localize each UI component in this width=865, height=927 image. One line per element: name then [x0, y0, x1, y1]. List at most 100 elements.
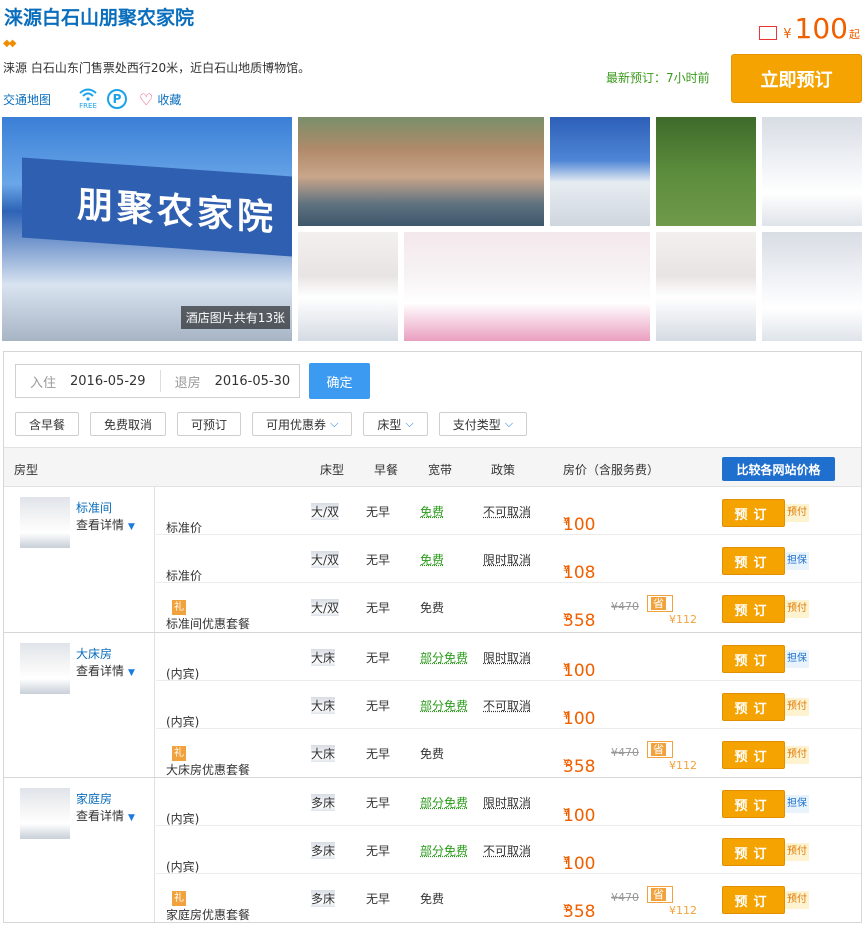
photo-sign-text: 朋聚农家院 [77, 184, 278, 240]
confirm-button[interactable]: 确定 [309, 363, 370, 399]
filter-label: 支付类型 [452, 417, 501, 432]
photo-thumb[interactable] [656, 232, 756, 341]
book-button[interactable]: 预订 [722, 790, 785, 818]
cancel-policy[interactable]: 限时取消 [483, 794, 531, 811]
broadband: 部分免费 [420, 699, 469, 713]
filter-label: 免费取消 [104, 417, 153, 432]
photo-thumb[interactable] [550, 117, 650, 226]
bed-type: 多床 [311, 890, 336, 907]
photo-thumb[interactable] [298, 232, 398, 341]
chevron-down-icon: ⌵ [405, 417, 414, 430]
rate-plan: 标准间优惠套餐 礼 [166, 599, 250, 631]
cancel-policy[interactable]: 不可取消 [483, 503, 531, 520]
view-details-link[interactable]: 查看详情 ▼ [76, 807, 135, 824]
book-now-button[interactable]: 立即预订 [731, 54, 862, 103]
rate-plan-name: (内宾) [166, 812, 200, 826]
header-room: 房型 [14, 463, 39, 477]
room-info: 标准间 查看详情 ▼ [4, 487, 155, 632]
gift-badge: 礼 [172, 746, 186, 761]
bed-type: 多床 [311, 842, 336, 859]
room-name-link[interactable]: 标准间 [76, 499, 112, 516]
filter-label: 含早餐 [29, 417, 66, 432]
wifi-icon: FREE [75, 88, 101, 110]
cancel-policy[interactable]: 不可取消 [483, 697, 531, 714]
book-button[interactable]: 预订 [722, 547, 785, 575]
payment-type: 担保 [785, 795, 809, 813]
photo-thumb[interactable] [404, 232, 650, 341]
filter-3[interactable]: 可用优惠券 ⌵ [252, 412, 353, 436]
broadband: 免费 [420, 553, 445, 567]
filter-2[interactable]: 可预订 [177, 412, 242, 436]
hotel-address: 涞源 白石山东门售票处西行20米，近白石山地质博物馆。 [3, 61, 311, 75]
map-link[interactable]: 交通地图 [3, 91, 51, 108]
photo-thumb[interactable] [762, 232, 862, 341]
room-thumbnail[interactable] [20, 497, 70, 548]
filter-4[interactable]: 床型 ⌵ [363, 412, 428, 436]
view-details-label: 查看详情 [76, 664, 125, 678]
savings-badge: 省 ¥112 [647, 741, 697, 772]
save-amount: ¥112 [669, 613, 697, 626]
bed-type: 大/双 [311, 599, 340, 616]
latest-booking: 最新预订：7小时前 [606, 71, 710, 85]
rate-plan-name: 标准价 [166, 569, 203, 583]
cancel-policy[interactable]: 限时取消 [483, 649, 531, 666]
price-suffix: 起 [849, 28, 860, 41]
broadband: 部分免费 [420, 796, 469, 810]
cancel-policy[interactable]: 限时取消 [483, 551, 531, 568]
header-bed: 床型 [320, 463, 345, 477]
room-name-link[interactable]: 大床房 [76, 645, 112, 662]
payment-type: 预付 [785, 746, 809, 764]
room-name-link[interactable]: 家庭房 [76, 790, 112, 807]
photo-count-caption[interactable]: 酒店图片共有13张 [180, 306, 290, 329]
price-value: 100 [563, 854, 596, 874]
chevron-down-icon: ▼ [128, 813, 135, 823]
cancel-policy[interactable]: 不可取消 [483, 842, 531, 859]
book-button[interactable]: 预订 [722, 645, 785, 673]
bed-type: 多床 [311, 794, 336, 811]
photo-thumb[interactable] [656, 117, 756, 226]
gift-icon [759, 26, 778, 40]
bed-type: 大床 [311, 697, 336, 714]
room-info: 大床房 查看详情 ▼ [4, 633, 155, 777]
payment-type: 预付 [785, 698, 809, 716]
filter-5[interactable]: 支付类型 ⌵ [438, 412, 528, 436]
photo-main[interactable]: 朋聚农家院 酒店图片共有13张 [2, 117, 292, 341]
book-button[interactable]: 预订 [722, 499, 785, 527]
checkout-label: 退房 [174, 375, 201, 391]
filter-0[interactable]: 含早餐 [15, 412, 80, 436]
room-group: 家庭房 查看详情 ▼ (内宾) 多床 无早 部分免费 限时取消 ¥100 预订 担保 (内宾) 多床 无早… [4, 778, 861, 923]
photo-thumb[interactable] [298, 117, 544, 226]
diamond-rating-icon: ◆◆ [3, 38, 16, 49]
book-button[interactable]: 预订 [722, 741, 785, 769]
payment-type: 担保 [785, 552, 809, 570]
filter-1[interactable]: 免费取消 [90, 412, 167, 436]
save-label: 省 [651, 743, 666, 756]
date-picker[interactable]: 入住 2016-05-29 退房 2016-05-30 [15, 364, 300, 398]
rate-plan-name: 大床房优惠套餐 [166, 763, 251, 777]
view-details-link[interactable]: 查看详情 ▼ [76, 662, 135, 679]
view-details-link[interactable]: 查看详情 ▼ [76, 516, 135, 533]
book-button[interactable]: 预订 [722, 595, 785, 623]
checkout-input[interactable]: 2016-05-30 [215, 374, 291, 389]
price-value: 108 [563, 563, 596, 583]
checkin-input[interactable]: 2016-05-29 [70, 374, 146, 389]
favorite-button[interactable]: ♡ 收藏 [139, 90, 181, 109]
chevron-down-icon: ▼ [128, 522, 135, 532]
original-price: ¥470 [611, 891, 639, 904]
compare-prices-button[interactable]: 比较各网站价格 [722, 457, 835, 481]
room-thumbnail[interactable] [20, 788, 70, 839]
lowest-price: ¥ 100 起 [759, 12, 860, 45]
rate-row: 标准价 大/双 无早 免费 限时取消 ¥108 预订 担保 [156, 535, 861, 583]
breakfast: 无早 [366, 747, 391, 761]
heart-icon: ♡ [139, 89, 154, 109]
breakfast: 无早 [366, 892, 391, 906]
payment-type: 预付 [785, 891, 809, 909]
bed-type: 大/双 [311, 551, 340, 568]
room-thumbnail[interactable] [20, 643, 70, 694]
bed-type: 大/双 [311, 503, 340, 520]
book-button[interactable]: 预订 [722, 693, 785, 721]
price-value: 100 [563, 515, 596, 535]
book-button[interactable]: 预订 [722, 886, 785, 914]
photo-thumb[interactable] [762, 117, 862, 226]
book-button[interactable]: 预订 [722, 838, 785, 866]
